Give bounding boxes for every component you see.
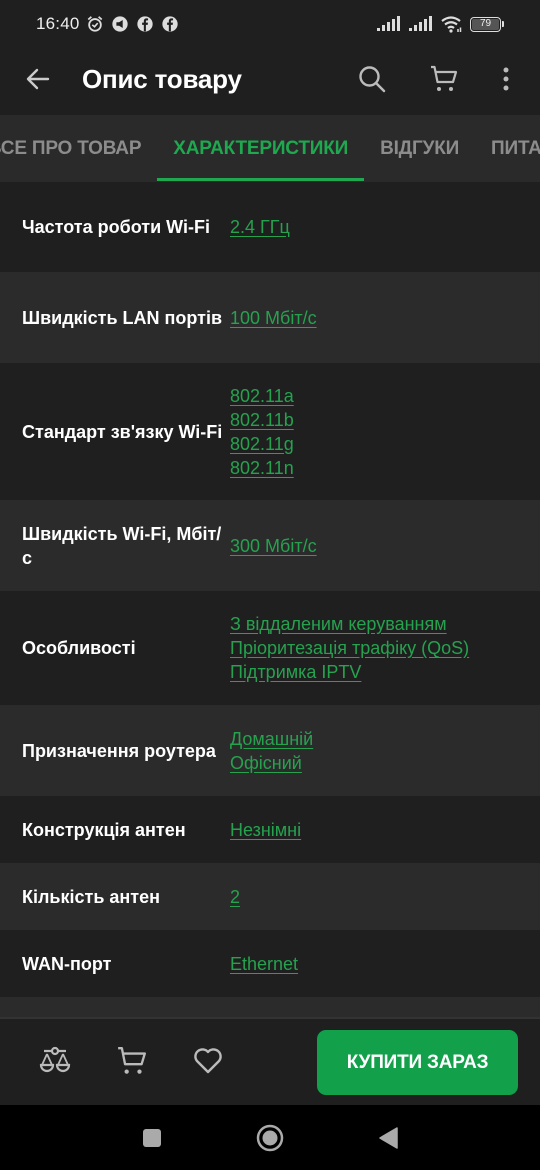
spec-value-link[interactable]: 802.11b <box>230 408 294 432</box>
buy-now-button[interactable]: КУПИТИ ЗАРАЗ <box>317 1030 518 1095</box>
spec-label: Швидкість Wi-Fi, Мбіт/с <box>22 523 222 568</box>
battery-indicator: 79 <box>470 16 504 32</box>
status-bar: 16:40 79 <box>0 0 540 48</box>
spec-label: Частота роботи Wi-Fi <box>22 217 210 237</box>
more-options-button[interactable] <box>486 59 526 99</box>
spec-value-link[interactable]: Незнімні <box>230 818 301 842</box>
tab-all-about-product[interactable]: ВСЕ ПРО ТОВАР <box>0 115 157 182</box>
favorite-button[interactable] <box>188 1041 228 1081</box>
spec-value-link[interactable]: 802.11n <box>230 456 294 480</box>
add-to-cart-button[interactable] <box>112 1041 152 1081</box>
spec-value-link[interactable]: 802.11a <box>230 384 294 408</box>
specs-list: Частота роботи Wi-Fi 2.4 ГГц Швидкість L… <box>0 182 540 1027</box>
square-icon <box>143 1129 161 1147</box>
heart-icon <box>194 1048 222 1074</box>
status-time: 16:40 <box>36 14 80 33</box>
spec-label: WAN-порт <box>22 953 112 974</box>
spec-row: Призначення роутера Домашній Офісний <box>0 705 540 796</box>
spec-value-link[interactable]: 802.11g <box>230 432 294 456</box>
system-icons: 79 <box>376 15 504 33</box>
spec-value-link[interactable]: З віддаленим керуванням <box>230 612 469 636</box>
cart-icon <box>431 65 458 91</box>
spec-row: Кількість антен 2 <box>0 863 540 930</box>
app-bar: Опис товару <box>0 48 540 110</box>
home-button[interactable] <box>255 1123 285 1153</box>
spec-label: Особливості <box>22 638 136 658</box>
home-circle-icon <box>256 1124 284 1152</box>
wifi-icon <box>441 16 462 33</box>
facebook-icon <box>136 16 153 32</box>
spec-label: Призначення роутера <box>22 740 216 761</box>
spec-value-link[interactable]: Домашній <box>230 727 313 751</box>
bottom-action-bar: КУПИТИ ЗАРАЗ <box>0 1017 540 1105</box>
spec-row: Частота роботи Wi-Fi 2.4 ГГц <box>0 182 540 272</box>
spec-value-link[interactable]: Офісний <box>230 751 313 775</box>
megaphone-icon <box>111 16 128 32</box>
notification-icons <box>86 15 179 33</box>
back-button[interactable] <box>18 59 58 99</box>
spec-value-link[interactable]: Підтримка IPTV <box>230 660 469 684</box>
spec-row: Конструкція антен Незнімні <box>0 796 540 863</box>
tab-characteristics[interactable]: ХАРАКТЕРИСТИКИ <box>157 115 364 182</box>
tab-bar: ВСЕ ПРО ТОВАР ХАРАКТЕРИСТИКИ ВІДГУКИ ПИТ… <box>0 115 540 182</box>
spec-value-link[interactable]: 300 Мбіт/с <box>230 534 317 558</box>
spec-label: Швидкість LAN портів <box>22 307 223 328</box>
spec-value-link[interactable]: 100 Мбіт/с <box>230 306 317 330</box>
battery-level: 79 <box>472 18 499 30</box>
spec-label: Кількість антен <box>22 886 160 907</box>
spec-row: Стандарт зв'язку Wi-Fi 802.11a 802.11b 8… <box>0 363 540 500</box>
alarm-icon <box>87 16 102 32</box>
signal-icon <box>377 16 400 31</box>
spec-row: Швидкість Wi-Fi, Мбіт/с 300 Мбіт/с <box>0 500 540 591</box>
page-title: Опис товару <box>82 63 242 94</box>
spec-value-link[interactable]: Ethernet <box>230 952 298 976</box>
cart-icon <box>118 1047 146 1074</box>
search-button[interactable] <box>352 59 392 99</box>
spec-value-link[interactable]: 2.4 ГГц <box>230 215 290 239</box>
tab-reviews[interactable]: ВІДГУКИ <box>364 115 475 182</box>
spec-row: Швидкість LAN портів 100 Мбіт/с <box>0 272 540 363</box>
system-nav-bar <box>0 1105 540 1170</box>
arrow-left-icon <box>26 68 50 90</box>
compare-scales-icon <box>39 1046 71 1073</box>
tab-questions[interactable]: ПИТАННЯ <box>475 115 540 182</box>
recent-apps-button[interactable] <box>137 1123 167 1153</box>
signal-icon <box>409 16 432 31</box>
spec-row: Особливості З віддаленим керуванням Пріо… <box>0 591 540 705</box>
back-nav-button[interactable] <box>373 1123 403 1153</box>
spec-label: Конструкція антен <box>22 819 186 840</box>
facebook-icon <box>161 16 178 32</box>
spec-value-link[interactable]: 2 <box>230 885 240 909</box>
more-vert-icon <box>503 67 509 91</box>
cart-button[interactable] <box>424 59 464 99</box>
spec-row: WAN-порт Ethernet <box>0 930 540 997</box>
search-icon <box>359 66 386 93</box>
spec-label: Стандарт зв'язку Wi-Fi <box>22 421 223 442</box>
triangle-back-icon <box>379 1127 398 1149</box>
compare-button[interactable] <box>35 1041 75 1081</box>
spec-value-link[interactable]: Пріоритезація трафіку (QoS) <box>230 636 469 660</box>
